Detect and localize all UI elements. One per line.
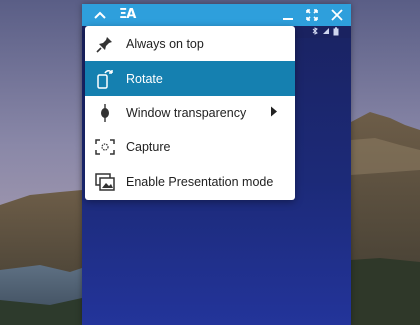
menu-item-capture[interactable]: Capture	[85, 130, 295, 164]
context-menu: Always on top Rotate Window transparency…	[85, 26, 295, 200]
menu-item-window-transparency[interactable]: Window transparency	[85, 96, 295, 130]
pin-icon	[95, 34, 115, 54]
menu-item-presentation-mode[interactable]: Enable Presentation mode	[85, 165, 295, 199]
rotate-icon	[95, 69, 115, 89]
signal-icon	[323, 28, 329, 34]
transparency-icon	[95, 103, 115, 123]
capture-icon	[95, 137, 115, 157]
menu-item-always-on-top[interactable]: Always on top	[85, 27, 295, 61]
chevron-right-icon	[270, 105, 278, 120]
battery-icon	[333, 27, 339, 36]
bluetooth-icon	[312, 27, 318, 35]
close-icon[interactable]	[327, 6, 347, 24]
minimize-icon[interactable]	[278, 6, 298, 24]
menu-item-label: Always on top	[126, 37, 204, 52]
presentation-icon	[95, 172, 115, 192]
chevron-up-icon[interactable]	[90, 6, 110, 24]
menu-item-label: Rotate	[126, 71, 163, 86]
expand-icon[interactable]	[302, 6, 322, 24]
app-logo: ΞA	[119, 7, 136, 22]
menu-item-rotate[interactable]: Rotate	[85, 61, 295, 96]
menu-item-label: Enable Presentation mode	[126, 174, 274, 189]
menu-item-label: Window transparency	[126, 105, 247, 120]
window-titlebar[interactable]: ΞA	[82, 4, 351, 26]
menu-item-label: Capture	[126, 140, 171, 155]
